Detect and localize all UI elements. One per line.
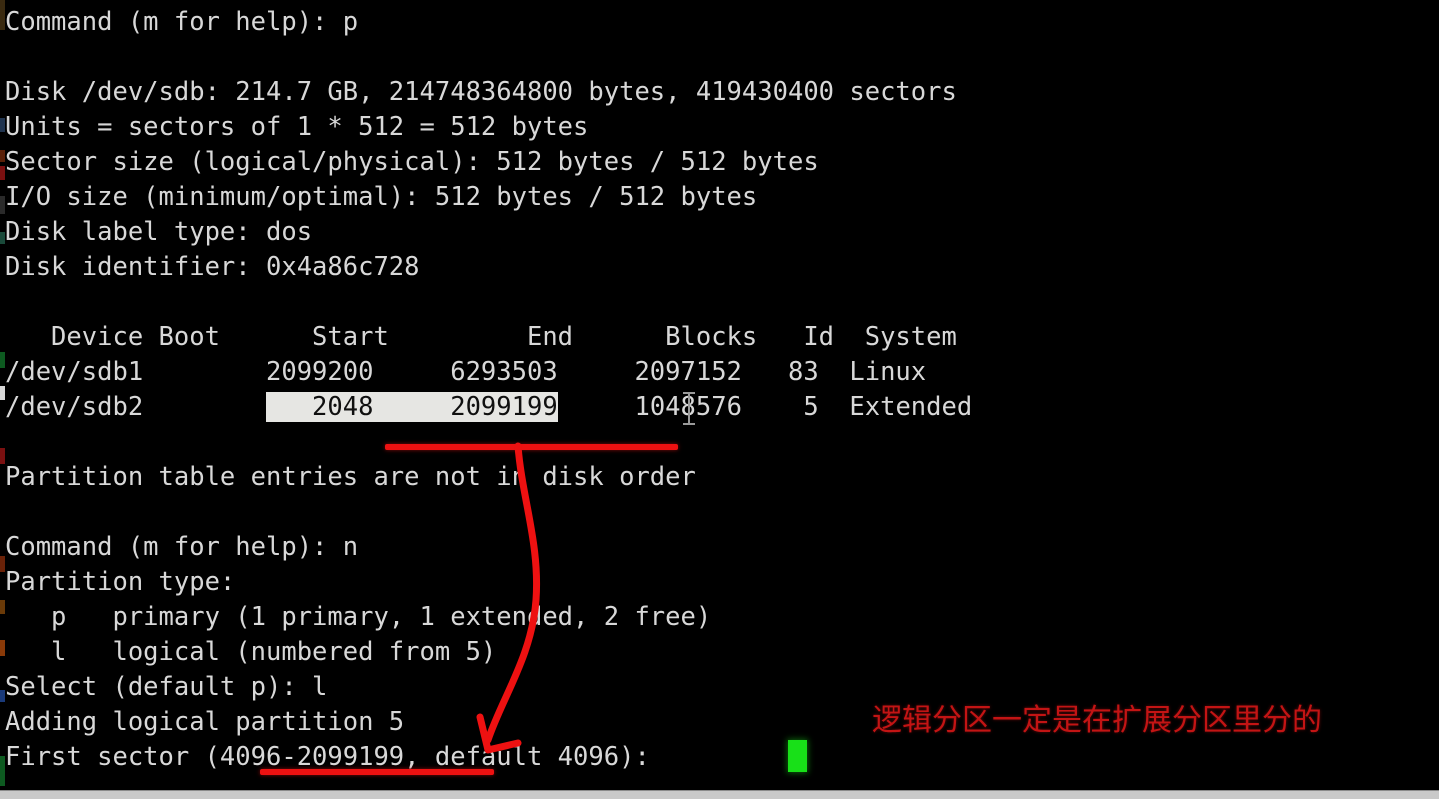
terminal-line-command-print: Command (m for help): p: [5, 7, 359, 37]
terminal-line-adding-partition: Adding logical partition 5: [5, 707, 405, 737]
terminal-line-partition-type: Partition type:: [5, 567, 236, 597]
partition-table-row-sdb2[interactable]: /dev/sdb2 2048 2099199 1048576 5 Extende…: [5, 390, 972, 425]
partition-table-header: Device Boot Start End Blocks Id System: [5, 322, 957, 352]
terminal-line-option-logical[interactable]: l logical (numbered from 5): [5, 635, 496, 670]
annotation-underline-first-sector-range: [260, 769, 494, 775]
terminal-line-disk-identifier: Disk identifier: 0x4a86c728: [5, 252, 420, 282]
terminal-window[interactable]: Command (m for help): p Disk /dev/sdb: 2…: [0, 0, 1439, 790]
sdb2-start-end-selection[interactable]: 2048 2099199: [266, 392, 558, 422]
terminal-line-disk-summary: Disk /dev/sdb: 214.7 GB, 214748364800 by…: [5, 77, 957, 107]
terminal-block-cursor: [788, 740, 807, 772]
terminal-line-select-answer: Select (default p): l: [5, 672, 328, 702]
annotation-underline-extended-range: [385, 444, 678, 450]
terminal-line-label-type: Disk label type: dos: [5, 217, 313, 247]
terminal-line-command-new: Command (m for help): n: [5, 532, 359, 562]
sdb2-device-cell: /dev/sdb2: [5, 392, 266, 422]
terminal-line-option-primary[interactable]: p primary (1 primary, 1 extended, 2 free…: [5, 600, 711, 635]
partition-table-row-sdb1[interactable]: /dev/sdb1 2099200 6293503 2097152 83 Lin…: [5, 355, 926, 390]
terminal-line-order-warning: Partition table entries are not in disk …: [5, 462, 696, 492]
terminal-line-io-size: I/O size (minimum/optimal): 512 bytes / …: [5, 182, 758, 212]
terminal-line-units: Units = sectors of 1 * 512 = 512 bytes: [5, 112, 589, 142]
sdb2-blocks-id-system-cell: 1048576 5 Extended: [557, 392, 973, 422]
annotation-chinese-note: 逻辑分区一定是在扩展分区里分的: [872, 703, 1322, 738]
terminal-line-sector-size: Sector size (logical/physical): 512 byte…: [5, 147, 819, 177]
